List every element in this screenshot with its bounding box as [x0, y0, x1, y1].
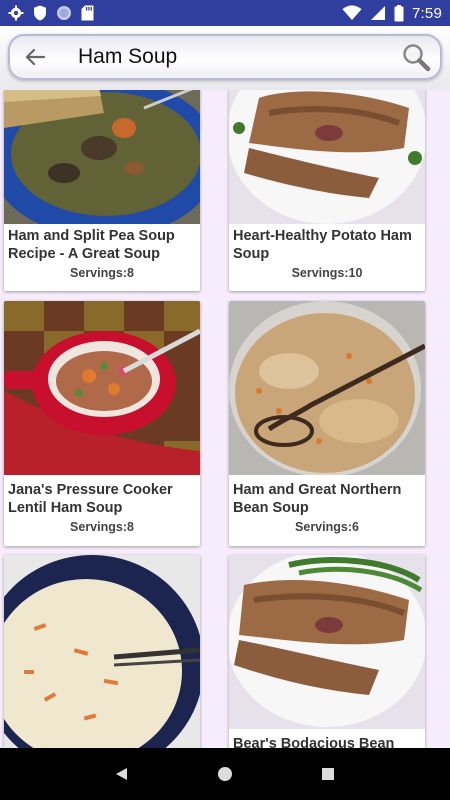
recipe-card[interactable]: Jana's Pressure Cooker Lentil Ham Soup S… — [4, 301, 200, 546]
navigation-bar — [0, 748, 450, 800]
recipe-title: Bear's Bodacious Bean — [233, 736, 395, 748]
recipe-grid[interactable]: Ham and Split Pea Soup Recipe - A Great … — [0, 90, 450, 748]
circle-icon — [57, 6, 71, 20]
recipe-image — [4, 301, 200, 475]
nav-recents-button[interactable] — [308, 754, 348, 794]
recipe-title: Jana's Pressure Cooker Lentil Ham Soup — [8, 482, 173, 516]
recipe-servings: Servings:6 — [295, 520, 359, 534]
search-box: Ham Soup — [8, 34, 442, 80]
nav-home-button[interactable] — [205, 754, 245, 794]
back-button[interactable] — [14, 36, 56, 78]
signal-icon — [371, 6, 385, 20]
shield-icon — [34, 5, 46, 21]
recipe-image — [4, 90, 200, 224]
recipe-image — [229, 90, 425, 224]
app-bar: Ham Soup — [0, 26, 450, 90]
arrow-left-icon — [25, 48, 46, 66]
recipe-servings: Servings:8 — [70, 266, 134, 280]
nav-recents-square-icon — [322, 768, 335, 780]
recipe-card[interactable] — [4, 555, 200, 748]
recipe-title: Ham and Great Northern Bean Soup — [233, 482, 402, 516]
sd-card-icon — [81, 5, 94, 21]
recipe-image — [229, 555, 425, 729]
search-button[interactable] — [396, 37, 436, 77]
magnifier-icon — [403, 44, 431, 72]
recipe-title: Heart-Healthy Potato Ham Soup — [233, 228, 412, 262]
status-bar: 7:59 — [0, 0, 450, 26]
recipe-servings: Servings:10 — [291, 266, 363, 280]
recipe-card[interactable]: Ham and Split Pea Soup Recipe - A Great … — [4, 90, 200, 291]
recipe-card[interactable]: Heart-Healthy Potato Ham Soup Servings:1… — [229, 90, 425, 291]
recipe-title: Ham and Split Pea Soup Recipe - A Great … — [8, 228, 175, 262]
recipe-image — [4, 555, 200, 748]
nav-home-circle-icon — [217, 767, 232, 781]
recipe-card[interactable]: Ham and Great Northern Bean Soup Serving… — [229, 301, 425, 546]
wifi-icon — [342, 5, 362, 20]
nav-back-button[interactable] — [102, 754, 142, 794]
recipe-image — [229, 301, 425, 475]
battery-icon — [394, 4, 404, 21]
recipe-servings: Servings:8 — [70, 520, 134, 534]
gear-icon — [8, 5, 24, 21]
search-query[interactable]: Ham Soup — [78, 45, 177, 69]
recipe-card[interactable]: Bear's Bodacious Bean — [229, 555, 425, 748]
clock: 7:59 — [412, 4, 442, 22]
nav-back-triangle-icon — [115, 768, 127, 780]
